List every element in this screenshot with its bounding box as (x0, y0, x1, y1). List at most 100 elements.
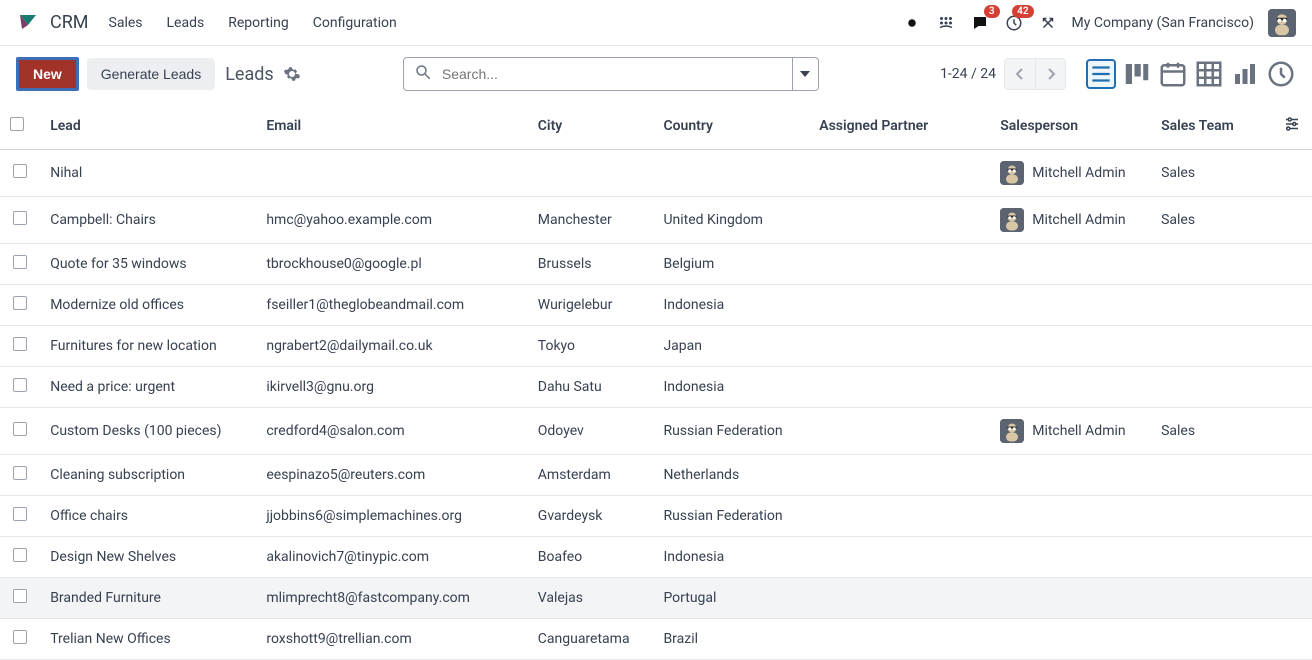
activities-badge: 42 (1012, 5, 1033, 18)
tools-icon[interactable] (1038, 13, 1058, 33)
view-calendar[interactable] (1158, 59, 1188, 89)
col-header-partner[interactable]: Assigned Partner (809, 102, 990, 150)
row-checkbox[interactable] (13, 296, 27, 310)
cell-lead: Nihal (40, 150, 256, 197)
cell-lead: Campbell: Chairs (40, 197, 256, 244)
topbar: CRM Sales Leads Reporting Configuration … (0, 0, 1312, 46)
col-header-city[interactable]: City (528, 102, 654, 150)
view-graph[interactable] (1230, 59, 1260, 89)
cell-salesperson (990, 455, 1151, 496)
menu-configuration[interactable]: Configuration (313, 15, 397, 31)
table-row[interactable]: Office chairsjjobbins6@simplemachines.or… (0, 496, 1312, 537)
row-checkbox[interactable] (13, 422, 27, 436)
menu-reporting[interactable]: Reporting (228, 15, 289, 31)
menu-sales[interactable]: Sales (109, 15, 143, 31)
company-selector[interactable]: My Company (San Francisco) (1072, 15, 1254, 31)
cell-team (1151, 285, 1272, 326)
col-header-lead[interactable]: Lead (40, 102, 256, 150)
user-avatar[interactable] (1268, 9, 1296, 37)
generate-leads-button[interactable]: Generate Leads (87, 58, 215, 90)
row-checkbox[interactable] (13, 466, 27, 480)
col-header-email[interactable]: Email (256, 102, 527, 150)
cell-city: Dahu Satu (528, 367, 654, 408)
salesperson-name: Mitchell Admin (1032, 212, 1125, 228)
cell-country: Brazil (653, 619, 809, 660)
cell-salesperson (990, 537, 1151, 578)
table-row[interactable]: Campbell: Chairshmc@yahoo.example.comMan… (0, 197, 1312, 244)
col-header-country[interactable]: Country (653, 102, 809, 150)
app-name[interactable]: CRM (50, 12, 89, 33)
cell-partner (809, 619, 990, 660)
row-checkbox[interactable] (13, 164, 27, 178)
col-header-salesperson[interactable]: Salesperson (990, 102, 1151, 150)
row-checkbox[interactable] (13, 507, 27, 521)
adjust-columns-icon[interactable] (1282, 114, 1302, 134)
table-row[interactable]: Modernize old officesfseiller1@theglobea… (0, 285, 1312, 326)
table-row[interactable]: Furnitures for new locationngrabert2@dai… (0, 326, 1312, 367)
view-pivot[interactable] (1194, 59, 1224, 89)
cell-city: Canguaretama (528, 619, 654, 660)
cell-city: Tokyo (528, 326, 654, 367)
dialer-icon[interactable] (936, 13, 956, 33)
cell-city: Manchester (528, 197, 654, 244)
pager-prev[interactable] (1005, 59, 1035, 89)
cell-email: ngrabert2@dailymail.co.uk (256, 326, 527, 367)
table-row[interactable]: Need a price: urgentikirvell3@gnu.orgDah… (0, 367, 1312, 408)
view-switcher (1086, 59, 1296, 89)
search-icon (414, 63, 432, 85)
gear-icon[interactable] (282, 64, 302, 84)
table-row[interactable]: Trelian New Officesroxshott9@trellian.co… (0, 619, 1312, 660)
cell-partner (809, 150, 990, 197)
table-row[interactable]: Branded Furnituremlimprecht8@fastcompany… (0, 578, 1312, 619)
cell-team: Sales (1151, 150, 1272, 197)
cell-lead: Quote for 35 windows (40, 244, 256, 285)
cell-team (1151, 578, 1272, 619)
row-checkbox[interactable] (13, 378, 27, 392)
search-input[interactable] (440, 65, 782, 83)
activities-button[interactable]: 42 (1004, 13, 1024, 33)
cell-email: tbrockhouse0@google.pl (256, 244, 527, 285)
table-row[interactable]: Cleaning subscriptioneespinazo5@reuters.… (0, 455, 1312, 496)
cell-lead: Modernize old offices (40, 285, 256, 326)
table-row[interactable]: Quote for 35 windowstbrockhouse0@google.… (0, 244, 1312, 285)
cell-lead: Furnitures for new location (40, 326, 256, 367)
cell-partner (809, 326, 990, 367)
app-logo[interactable] (16, 11, 40, 35)
table-row[interactable]: Design New Shelvesakalinovich7@tinypic.c… (0, 537, 1312, 578)
menu-leads[interactable]: Leads (167, 15, 205, 31)
pager-next[interactable] (1035, 59, 1065, 89)
cell-team (1151, 455, 1272, 496)
cell-partner (809, 578, 990, 619)
cell-team (1151, 537, 1272, 578)
salesperson-avatar (1000, 161, 1024, 185)
cell-country: Indonesia (653, 285, 809, 326)
cell-email: fseiller1@theglobeandmail.com (256, 285, 527, 326)
row-checkbox[interactable] (13, 548, 27, 562)
cell-team (1151, 496, 1272, 537)
salesperson-name: Mitchell Admin (1032, 423, 1125, 439)
view-activity[interactable] (1266, 59, 1296, 89)
select-all-checkbox[interactable] (10, 117, 24, 131)
cell-team: Sales (1151, 197, 1272, 244)
dot-icon[interactable] (902, 13, 922, 33)
table-row[interactable]: Custom Desks (100 pieces)credford4@salon… (0, 408, 1312, 455)
search-dropdown[interactable] (793, 57, 819, 91)
search-box[interactable] (403, 57, 793, 91)
messages-button[interactable]: 3 (970, 13, 990, 33)
cell-email (256, 150, 527, 197)
table-row[interactable]: Nihal Mitchell Admin Sales (0, 150, 1312, 197)
new-button[interactable]: New (16, 57, 79, 91)
row-checkbox[interactable] (13, 630, 27, 644)
row-checkbox[interactable] (13, 255, 27, 269)
cell-lead: Trelian New Offices (40, 619, 256, 660)
row-checkbox[interactable] (13, 589, 27, 603)
topbar-right: 3 42 My Company (San Francisco) (902, 9, 1296, 37)
view-kanban[interactable] (1122, 59, 1152, 89)
cell-city (528, 150, 654, 197)
salesperson-name: Mitchell Admin (1032, 165, 1125, 181)
cell-salesperson (990, 496, 1151, 537)
row-checkbox[interactable] (13, 211, 27, 225)
view-list[interactable] (1086, 59, 1116, 89)
row-checkbox[interactable] (13, 337, 27, 351)
col-header-team[interactable]: Sales Team (1151, 102, 1272, 150)
